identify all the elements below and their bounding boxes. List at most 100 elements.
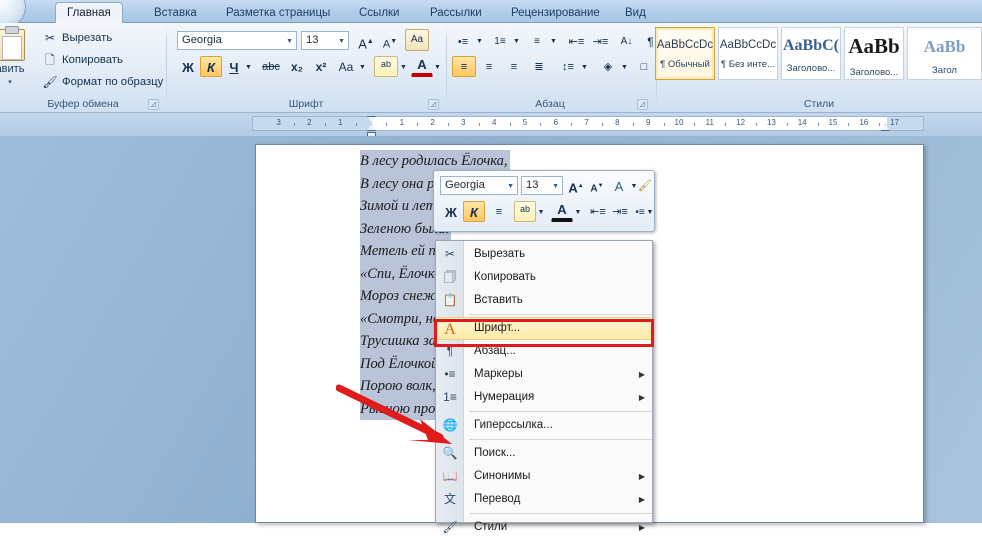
mini-style-picker-button[interactable]: A (609, 176, 629, 195)
menu-item-стили[interactable]: 🖌 Стили ▶ (436, 516, 652, 539)
bullets-button[interactable]: •≡ (452, 31, 474, 51)
grow-font-button[interactable]: A▲ (355, 31, 377, 51)
tab-rassylki[interactable]: Рассылки (419, 3, 493, 23)
submenu-arrow-icon[interactable]: ▶ (639, 363, 645, 386)
mini-align-button[interactable]: ≡ (488, 201, 510, 222)
multilevel-dropdown[interactable]: ▼ (548, 31, 559, 51)
underline-button[interactable]: Ч (224, 56, 244, 77)
menu-item-абзац[interactable]: ¶ Абзац... (436, 340, 652, 363)
chevron-down-icon[interactable]: ▾ (8, 79, 12, 86)
mini-font-color-dropdown[interactable]: ▼ (573, 201, 583, 222)
menu-item-вырезать[interactable]: ✂ Вырезать (436, 243, 652, 266)
bold-button[interactable]: Ж (177, 56, 199, 77)
mini-highlight-dropdown[interactable]: ▼ (536, 201, 546, 222)
superscript-button[interactable]: x² (310, 56, 332, 77)
tab-glavnaya[interactable]: Главная (55, 2, 123, 24)
format-painter-command[interactable]: 🖌 Формат по образцу (42, 72, 163, 92)
ruler-number: 8 (615, 118, 620, 127)
style-item-4[interactable]: AaBb Загол (907, 27, 982, 80)
tab-recenzirovanie[interactable]: Рецензирование (500, 3, 611, 23)
cut-command[interactable]: ✂ Вырезать (42, 28, 112, 48)
bullets-dropdown[interactable]: ▼ (474, 31, 485, 51)
thesaurus-icon: 📖 (442, 469, 458, 483)
clipboard-dialog-launcher[interactable]: ◿ (148, 99, 159, 110)
submenu-arrow-icon[interactable]: ▶ (639, 488, 645, 511)
numbering-dropdown[interactable]: ▼ (511, 31, 522, 51)
tab-ssylki[interactable]: Ссылки (348, 3, 411, 23)
menu-item-вставить[interactable]: 📋 Вставить (436, 289, 652, 312)
align-right-button[interactable]: ≡ (502, 56, 526, 77)
align-left-button[interactable]: ≡ (452, 56, 476, 77)
menu-item-нумерация[interactable]: 1≡ Нумерация ▶ (436, 386, 652, 409)
paste-button[interactable]: авить ▾ (0, 26, 36, 102)
mini-font-color-button[interactable]: A (551, 201, 573, 222)
mini-bullets-dropdown[interactable]: ▼ (645, 201, 655, 222)
submenu-arrow-icon[interactable]: ▶ (639, 465, 645, 488)
font-color-button[interactable]: A (411, 56, 433, 77)
strikethrough-button[interactable]: abc (259, 56, 283, 77)
shrink-font-button[interactable]: A▼ (379, 31, 401, 51)
shading-dropdown[interactable]: ▼ (619, 56, 630, 77)
line-spacing-button[interactable]: ↕≡ (556, 56, 580, 77)
font-dialog-launcher[interactable]: ◿ (428, 99, 439, 110)
shading-button[interactable]: ◈ (596, 56, 620, 77)
multilevel-list-button[interactable]: ≡ (526, 31, 548, 51)
paragraph-dialog-launcher[interactable]: ◿ (637, 99, 648, 110)
text-highlight-button[interactable]: ab (374, 56, 398, 77)
mini-bold-label: Ж (445, 205, 457, 220)
mini-shrink-font-button[interactable]: A▼ (587, 176, 607, 195)
font-size-combo[interactable]: 13 ▼ (301, 31, 349, 50)
submenu-arrow-icon[interactable]: ▶ (639, 516, 645, 539)
style-item-0[interactable]: AaBbCcDc ¶ Обычный (655, 27, 715, 80)
menu-item-копировать[interactable]: 🗍 Копировать (436, 266, 652, 289)
mini-toolbar[interactable]: Georgia ▼ 13 ▼ A▲ A▼ A ▼ 🖌 Ж К ≡ ab ▼ A … (433, 170, 655, 232)
align-center-button[interactable]: ≡ (477, 56, 501, 77)
mini-grow-font-button[interactable]: A▲ (566, 176, 586, 195)
numbering-button[interactable]: 1≡ (489, 31, 511, 51)
chevron-down-icon[interactable]: ▼ (507, 177, 514, 196)
chevron-down-icon[interactable]: ▼ (286, 32, 293, 51)
context-menu[interactable]: ✂ Вырезать 🗍 Копировать 📋 Вставить A Шрифт... ¶ А… (434, 240, 654, 534)
mini-highlight-button[interactable]: ab (514, 201, 536, 222)
menu-item-гиперссылка[interactable]: 🌐 Гиперссылка... (436, 414, 652, 437)
mini-font-name-combo[interactable]: Georgia ▼ (440, 176, 518, 195)
style-item-1[interactable]: AaBbCcDc ¶ Без инте... (718, 27, 778, 80)
change-case-button[interactable]: Aa (334, 56, 358, 77)
decrease-indent-button[interactable]: ⇤≡ (565, 31, 588, 51)
menu-item-синонимы[interactable]: 📖 Синонимы ▶ (436, 465, 652, 488)
menu-separator (469, 439, 652, 440)
mini-italic-button[interactable]: К (463, 201, 485, 222)
tab-vstavka[interactable]: Вставка (143, 3, 208, 23)
menu-item-шрифт[interactable]: A Шрифт... (436, 317, 652, 340)
increase-indent-button[interactable]: ⇥≡ (589, 31, 612, 51)
chevron-down-icon[interactable]: ▼ (338, 32, 345, 51)
style-item-2[interactable]: AaBbC( Заголово... (781, 27, 841, 80)
underline-dropdown[interactable]: ▼ (243, 56, 254, 77)
font-color-dropdown[interactable]: ▼ (432, 56, 443, 77)
copy-command[interactable]: 🗋 Копировать (42, 50, 123, 70)
horizontal-ruler[interactable]: 3 2 1 1 2 3 4 5 6 7 8 9 10 11 12 13 14 15 16 17 (252, 116, 924, 137)
line-spacing-dropdown[interactable]: ▼ (579, 56, 590, 77)
tab-vid[interactable]: Вид (614, 3, 657, 23)
sort-button[interactable]: A↓ (615, 31, 638, 51)
italic-button[interactable]: К (200, 56, 222, 77)
font-name-combo[interactable]: Georgia ▼ (177, 31, 297, 50)
menu-item-поиск[interactable]: 🔍 Поиск... (436, 442, 652, 465)
chevron-down-icon[interactable]: ▼ (552, 177, 559, 196)
style-item-3[interactable]: AaBb Заголово... (844, 27, 904, 80)
submenu-arrow-icon[interactable]: ▶ (639, 386, 645, 409)
mini-increase-indent-button[interactable]: ⇥≡ (609, 201, 631, 222)
change-case-dropdown[interactable]: ▼ (357, 56, 368, 77)
mini-font-color-label: A (557, 202, 567, 217)
mini-decrease-indent-button[interactable]: ⇤≡ (587, 201, 609, 222)
mini-font-size-combo[interactable]: 13 ▼ (521, 176, 563, 195)
subscript-button[interactable]: x₂ (286, 56, 308, 77)
menu-item-маркеры[interactable]: •≡ Маркеры ▶ (436, 363, 652, 386)
highlight-dropdown[interactable]: ▼ (398, 56, 409, 77)
menu-item-перевод[interactable]: 文 Перевод ▶ (436, 488, 652, 511)
tab-razmetka[interactable]: Разметка страницы (215, 3, 341, 23)
clear-formatting-button[interactable]: Aa (405, 29, 429, 51)
mini-format-painter-button[interactable]: 🖌 (636, 176, 654, 195)
justify-button[interactable]: ≣ (527, 56, 551, 77)
mini-bold-button[interactable]: Ж (440, 201, 462, 222)
